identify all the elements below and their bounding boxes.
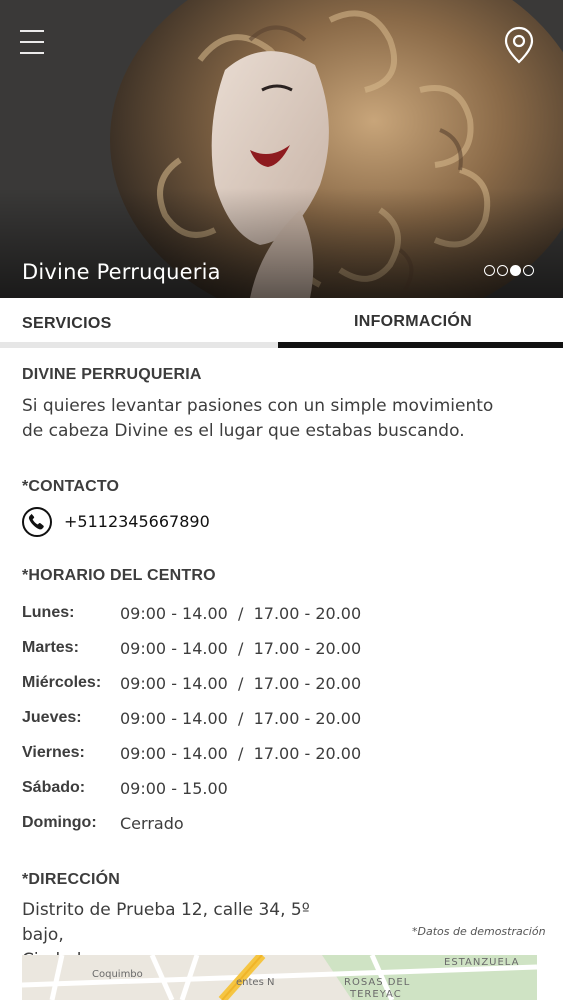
schedule-hours: 09:00 - 14.00 / 17.00 - 20.00 <box>120 639 362 658</box>
address-line-1: Distrito de Prueba 12, calle 34, 5º bajo… <box>22 900 310 945</box>
carousel-dot-active[interactable] <box>510 265 521 276</box>
schedule-hours: 09:00 - 14.00 / 17.00 - 20.00 <box>120 744 362 763</box>
schedule-heading: *HORARIO DEL CENTRO <box>22 567 216 584</box>
address-heading: *DIRECCIÓN <box>22 871 121 888</box>
map-pin-icon[interactable] <box>503 26 535 64</box>
tab-informacion[interactable]: INFORMACIÓN <box>278 298 563 348</box>
map-label: ROSAS DEL <box>344 977 411 988</box>
schedule-hours: 09:00 - 15.00 <box>120 779 228 798</box>
business-name: DIVINE PERRUQUERIA <box>22 366 202 383</box>
schedule-day: Jueves: <box>22 709 82 726</box>
tab-servicios[interactable]: SERVICIOS <box>0 298 278 348</box>
schedule-day: Lunes: <box>22 604 75 621</box>
schedule-day: Viernes: <box>22 744 85 761</box>
map-label: Coquimbo <box>92 969 143 980</box>
demo-note: *Datos de demostración <box>412 925 546 938</box>
hero-banner: Divine Perruqueria <box>0 0 563 298</box>
hamburger-icon[interactable] <box>20 30 44 56</box>
tab-informacion-label: INFORMACIÓN <box>354 313 472 330</box>
location-map[interactable]: Coquimbo ESTANZUELA ROSAS DEL TEREYAC en… <box>22 955 537 1000</box>
map-label: TEREYAC <box>350 989 402 1000</box>
business-description: Si quieres levantar pasiones con un simp… <box>22 396 494 441</box>
schedule-day: Sábado: <box>22 779 86 796</box>
page-title: Divine Perruqueria <box>22 260 221 284</box>
schedule-hours: 09:00 - 14.00 / 17.00 - 20.00 <box>120 709 362 728</box>
map-label: entes N <box>236 977 275 988</box>
contact-heading: *CONTACTO <box>22 478 120 495</box>
carousel-dot[interactable] <box>497 265 508 276</box>
schedule-hours: Cerrado <box>120 814 184 833</box>
carousel-dot[interactable] <box>523 265 534 276</box>
tab-bar: SERVICIOS INFORMACIÓN <box>0 298 563 348</box>
schedule-day: Domingo: <box>22 814 97 831</box>
carousel-dot[interactable] <box>484 265 495 276</box>
phone-number[interactable]: +5112345667890 <box>64 512 210 531</box>
carousel-indicator <box>484 265 536 277</box>
schedule-day: Miércoles: <box>22 674 102 691</box>
tab-servicios-label: SERVICIOS <box>22 315 112 332</box>
schedule-hours: 09:00 - 14.00 / 17.00 - 20.00 <box>120 604 362 623</box>
schedule-hours: 09:00 - 14.00 / 17.00 - 20.00 <box>120 674 362 693</box>
phone-icon[interactable] <box>22 507 52 537</box>
map-label: ESTANZUELA <box>444 957 520 968</box>
schedule-day: Martes: <box>22 639 79 656</box>
